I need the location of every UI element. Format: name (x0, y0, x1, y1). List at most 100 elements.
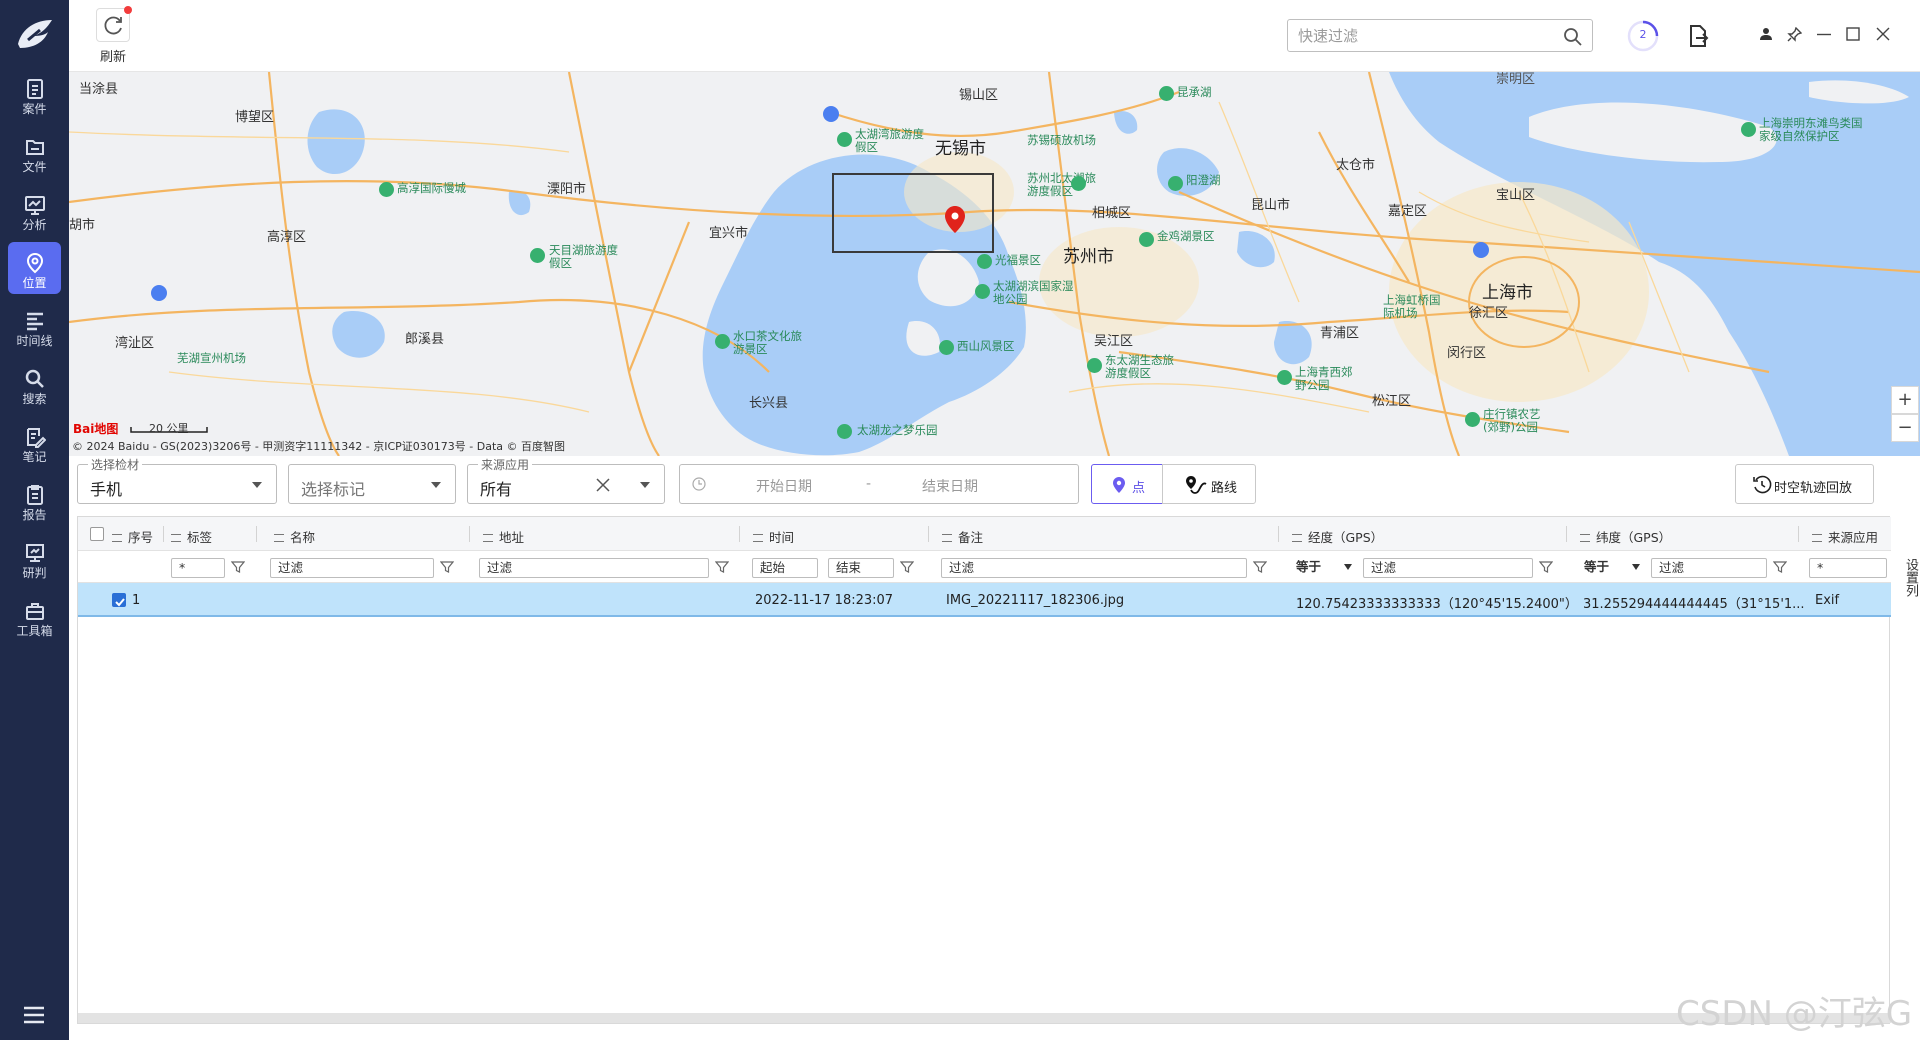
sidebar-item-location[interactable]: 位置 (8, 242, 61, 294)
evidence-select[interactable]: 选择检材 手机 (77, 456, 277, 504)
remark-filter-input[interactable]: 过滤 (941, 558, 1247, 578)
scenic-spot-icon[interactable] (530, 248, 545, 263)
column-header-source[interactable]: 来源应用 (1812, 527, 1878, 546)
map-label: 芜湖宣州机场 (177, 351, 246, 365)
minimize-icon[interactable] (1817, 33, 1831, 36)
longitude-filter-input[interactable]: 过滤 (1363, 558, 1533, 578)
sidebar-item-toolbox[interactable]: 工具箱 (8, 590, 61, 642)
filter-icon[interactable] (1773, 560, 1787, 574)
column-divider[interactable] (1278, 526, 1279, 542)
scenic-spot-icon[interactable] (837, 424, 852, 439)
scenic-spot-icon[interactable] (1087, 358, 1102, 373)
scenic-spot-icon[interactable] (977, 254, 992, 269)
source-app-select[interactable]: 来源应用 所有 (467, 456, 665, 504)
map-label: 宜兴市 (709, 226, 749, 241)
column-header-seq[interactable]: 序号 (112, 527, 153, 546)
column-header-longitude[interactable]: 经度（GPS） (1292, 527, 1383, 546)
drag-handle-icon (942, 534, 952, 542)
column-divider[interactable] (256, 526, 257, 542)
scenic-spot-icon[interactable] (837, 132, 852, 147)
zoom-in-button[interactable]: + (1891, 386, 1919, 414)
scenic-spot-icon[interactable] (715, 334, 730, 349)
column-divider[interactable] (163, 526, 164, 542)
quick-filter-input[interactable] (1288, 20, 1538, 51)
filter-icon[interactable] (1539, 560, 1553, 574)
sidebar-item-case[interactable]: 案件 (8, 68, 61, 120)
column-divider[interactable] (1566, 526, 1567, 542)
sidebar-item-judge[interactable]: 研判 (8, 532, 61, 584)
seq-filter-input[interactable]: * (171, 558, 225, 578)
chevron-down-icon (431, 482, 441, 488)
map-label: 金鸡湖景区 (1157, 229, 1215, 243)
latitude-operator-select[interactable]: 等于 (1577, 558, 1637, 578)
row-checkbox[interactable] (112, 593, 126, 607)
end-date-placeholder[interactable]: 结束日期 (922, 476, 978, 496)
column-divider[interactable] (469, 526, 470, 542)
sidebar-item-label: 笔记 (22, 450, 47, 464)
user-icon[interactable] (1759, 27, 1773, 41)
sidebar-item-files[interactable]: 文件 (8, 126, 61, 178)
scenic-spot-icon[interactable] (1139, 232, 1154, 247)
scenic-spot-icon[interactable] (1277, 370, 1292, 385)
map-label: 松江区 (1372, 394, 1412, 409)
date-range-picker[interactable]: 开始日期 - 结束日期 (679, 464, 1079, 504)
scenic-spot-icon[interactable] (1159, 86, 1174, 101)
map-view[interactable]: 当涂县 博望区 锡山区 无锡市 苏锡硕放机场 昆承湖 阳澄湖 太仓市 崇明区 上… (69, 72, 1920, 456)
scenic-spot-icon[interactable] (1465, 412, 1480, 427)
scenic-spot-icon[interactable] (939, 340, 954, 355)
filter-icon[interactable] (231, 560, 245, 574)
export-icon[interactable] (1686, 24, 1710, 48)
column-header-tag[interactable]: 标签 (171, 527, 212, 546)
horizontal-scrollbar[interactable] (78, 1013, 1891, 1023)
column-header-name[interactable]: 名称 (274, 527, 315, 546)
column-header-time[interactable]: 时间 (753, 527, 794, 546)
scenic-spot-icon[interactable] (1741, 122, 1756, 137)
sidebar-item-analysis[interactable]: 分析 (8, 184, 61, 236)
task-progress-indicator[interactable]: 2 (1626, 19, 1660, 53)
sidebar-item-notes[interactable]: 笔记 (8, 416, 61, 468)
time-end-input[interactable]: 结束 (828, 558, 894, 578)
column-divider[interactable] (928, 526, 929, 542)
scenic-spot-icon[interactable] (1168, 176, 1183, 191)
cell-longitude: 120.75423333333333（120°45'15.2400"） (1296, 597, 1578, 612)
filter-icon[interactable] (440, 560, 454, 574)
name-filter-input[interactable]: 过滤 (479, 558, 709, 578)
maximize-icon[interactable] (1846, 27, 1860, 41)
scenic-spot-icon[interactable] (1071, 176, 1086, 191)
sidebar-item-label: 工具箱 (16, 624, 53, 638)
filter-icon[interactable] (1253, 560, 1267, 574)
select-all-checkbox[interactable] (90, 527, 104, 541)
search-icon[interactable] (1563, 27, 1583, 47)
filter-icon[interactable] (715, 560, 729, 574)
mode-route-button[interactable]: 路线 (1162, 464, 1256, 504)
sidebar-item-report[interactable]: 报告 (8, 474, 61, 526)
pin-icon[interactable] (1787, 27, 1802, 42)
scenic-spot-icon[interactable] (379, 182, 394, 197)
source-filter-input[interactable]: * (1809, 558, 1887, 578)
sidebar-item-timeline[interactable]: 时间线 (8, 300, 61, 352)
refresh-button[interactable]: 刷新 (91, 6, 135, 66)
map-label: 溧阳市 (547, 182, 587, 197)
column-header-remark[interactable]: 备注 (942, 527, 983, 546)
start-date-placeholder[interactable]: 开始日期 (756, 476, 812, 496)
close-icon[interactable] (1876, 27, 1890, 41)
filter-icon[interactable] (900, 560, 914, 574)
time-start-input[interactable]: 起始 (752, 558, 818, 578)
menu-icon[interactable] (23, 1006, 45, 1024)
column-header-address[interactable]: 地址 (483, 527, 524, 546)
sidebar-item-search[interactable]: 搜索 (8, 358, 61, 410)
column-divider[interactable] (739, 526, 740, 542)
column-settings-button[interactable]: 设置列 (1890, 542, 1918, 612)
tag-filter-input[interactable]: 过滤 (270, 558, 434, 578)
trajectory-playback-button[interactable]: 时空轨迹回放 (1735, 464, 1874, 504)
table-row[interactable]: 1 2022-11-17 18:23:07 IMG_20221117_18230… (78, 583, 1891, 617)
latitude-filter-input[interactable]: 过滤 (1651, 558, 1767, 578)
column-divider[interactable] (1798, 526, 1799, 542)
mode-point-button[interactable]: 点 (1091, 464, 1163, 504)
zoom-out-button[interactable]: − (1891, 414, 1919, 442)
clear-icon[interactable] (596, 478, 610, 492)
column-header-latitude[interactable]: 纬度（GPS） (1580, 527, 1671, 546)
scenic-spot-icon[interactable] (975, 284, 990, 299)
marker-select[interactable]: 选择标记 (288, 464, 456, 504)
map-label: 高淳国际慢城 (397, 181, 466, 195)
